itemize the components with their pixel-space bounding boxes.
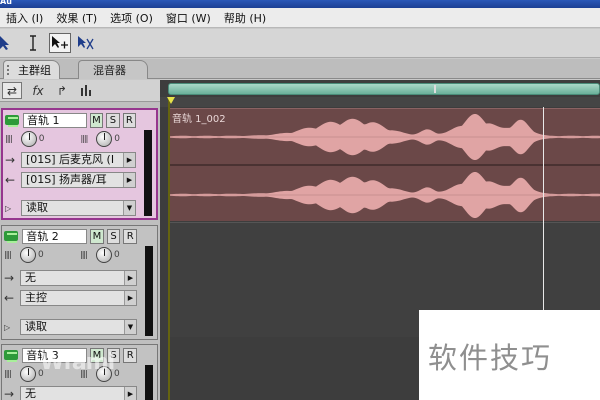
panel-tabs: 主群组 混音器 [0,59,600,79]
track-1-volume-knob[interactable] [96,131,113,147]
track-1-output-select[interactable]: [01S] 扬声器/耳 ▶ [21,172,136,188]
track-controls-toolbar: ⇄ fx ↱ [0,80,160,102]
chevron-right-icon: ▶ [124,291,136,305]
input-arrow-icon: → [4,387,15,400]
timeline-ruler[interactable] [160,97,600,107]
track-1-name[interactable]: 音轨 1 [23,112,87,128]
output-arrow-icon: ← [4,291,15,305]
pan-icon: |||| [5,134,13,143]
playhead-marker-icon[interactable] [167,97,175,104]
track-1-input-value: [01S] 后麦克风 (I [26,153,115,166]
menu-options[interactable]: 选项 (O) [110,10,153,26]
track-2-output-value: 主控 [25,291,47,304]
tab-mixer[interactable]: 混音器 [78,60,148,79]
app-icon: Au [0,0,12,6]
chevron-right-icon: ▶ [123,173,135,187]
time-selection-tool-icon[interactable] [22,33,44,53]
track-3-input-select[interactable]: 无 ▶ [20,386,137,400]
track-2-mute-button[interactable]: M [90,228,104,244]
track-2-input-select[interactable]: 无 ▶ [20,270,137,286]
track-2[interactable]: 音轨 2 M S R |||| 0 |||| 0 → 无 ▶ ← 主控 ▶ ▷ … [1,225,158,340]
track-2-solo-button[interactable]: S [106,228,121,244]
track-1-solo-button[interactable]: S [106,112,120,128]
track-2-level-meter [145,246,153,336]
track-1[interactable]: 音轨 1 M S R |||| 0 |||| 0 → [01S] 后麦克风 (I… [1,108,158,220]
track-3-record-button[interactable]: R [123,347,137,363]
track-2-automation-value: 读取 [25,320,47,333]
track-3-input-value: 无 [25,387,36,400]
tab-grip-icon [7,65,12,75]
track-1-output-value: [01S] 扬声器/耳 [26,173,107,186]
audition-window: Au 插入 (I) 效果 (T) 选项 (O) 窗口 (W) 帮助 (H) 主群… [0,0,600,400]
scrollbar-grip [434,85,436,93]
track-3-level-meter [145,365,153,400]
channel-separator [170,164,600,166]
track-2-output-select[interactable]: 主控 ▶ [20,290,137,306]
menu-window[interactable]: 窗口 (W) [166,10,211,26]
waveform-icon [4,231,19,243]
inputs-outputs-icon[interactable]: ⇄ [2,82,22,99]
move-tool-icon[interactable] [0,33,16,53]
tab-main-group[interactable]: 主群组 [3,60,60,79]
track-2-name[interactable]: 音轨 2 [22,228,88,244]
eq-icon[interactable] [76,82,96,99]
input-arrow-icon: → [4,271,15,285]
track-2-volume-value: 0 [114,250,120,260]
menu-help[interactable]: 帮助 (H) [224,10,266,26]
volume-icon: |||| [80,250,88,259]
track-2-volume-knob[interactable] [96,247,112,263]
pan-icon: |||| [4,250,12,259]
sends-icon[interactable]: ↱ [52,82,72,99]
track-2-automation-select[interactable]: 读取 ▼ [20,319,137,335]
track-1-pan-value: 0 [38,134,45,144]
track-1-mute-button[interactable]: M [89,112,104,128]
track-1-pan-knob[interactable] [20,131,37,147]
track-2-pan-value: 0 [38,250,44,260]
expand-icon[interactable]: ▷ [5,204,21,213]
hybrid-tool-icon[interactable] [49,33,71,53]
track-3-pan-knob[interactable] [20,366,36,382]
track-2-pan-knob[interactable] [20,247,36,263]
chevron-right-icon: ▶ [124,271,136,285]
waveform-icon [4,350,19,362]
chevron-right-icon: ▶ [124,387,136,400]
menu-effects[interactable]: 效果 (T) [56,10,97,26]
chevron-down-icon: ▼ [124,320,136,334]
watermark-logo: Wfami [40,350,115,375]
output-arrow-icon: ← [5,173,16,187]
menu-bar: 插入 (I) 效果 (T) 选项 (O) 窗口 (W) 帮助 (H) [0,8,600,28]
tab-mixer-label: 混音器 [93,64,126,77]
track-1-input-select[interactable]: [01S] 后麦克风 (I ▶ [21,152,136,168]
volume-icon: |||| [80,134,89,143]
watermark-text: 软件技巧 [428,341,553,375]
zoom-scrollbar[interactable] [168,83,600,95]
select-move-tool-icon[interactable] [75,33,97,53]
track-2-input-value: 无 [25,271,36,284]
tab-main-group-label: 主群组 [18,64,51,77]
track-1-automation-value: 读取 [26,201,48,214]
input-arrow-icon: → [5,153,16,167]
tool-bar [0,29,600,58]
track-1-level-meter [144,130,152,216]
title-bar: Au [0,0,600,8]
effects-button[interactable]: fx [28,82,48,99]
pan-icon: |||| [4,369,12,378]
track-1-automation-select[interactable]: 读取 ▼ [21,200,136,216]
chevron-right-icon: ▶ [123,153,135,167]
track-3-volume-value: 0 [114,369,120,379]
track-1-record-button[interactable]: R [122,112,137,128]
track-2-record-button[interactable]: R [123,228,137,244]
menu-insert[interactable]: 插入 (I) [6,10,43,26]
expand-icon[interactable]: ▷ [4,323,20,332]
chevron-down-icon: ▼ [123,201,135,215]
track-1-volume-value: 0 [114,134,120,144]
waveform-icon [5,115,20,127]
